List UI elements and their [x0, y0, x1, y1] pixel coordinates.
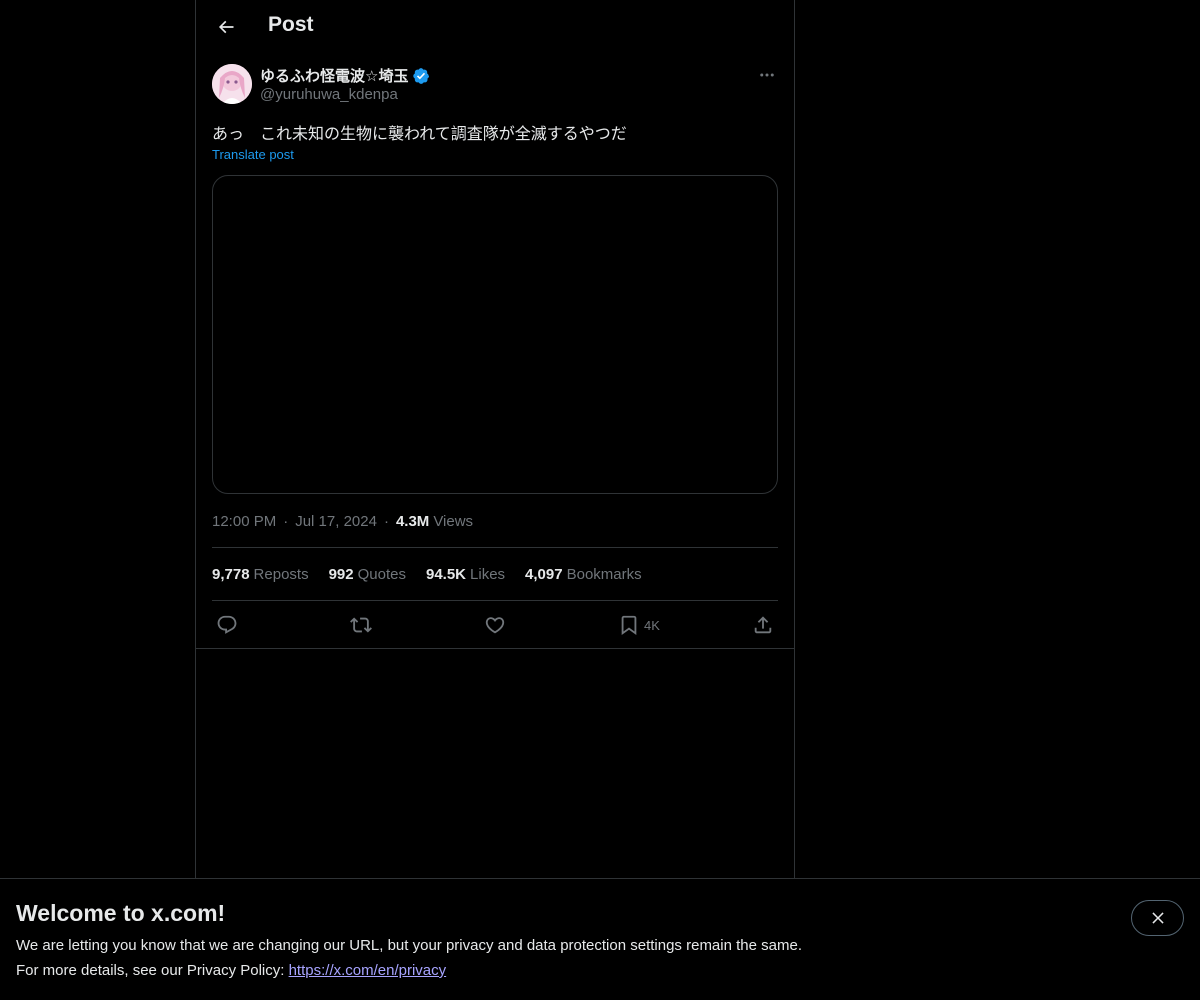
share-button[interactable] — [752, 613, 774, 637]
post-date[interactable]: Jul 17, 2024 — [295, 513, 377, 530]
action-bar: 4K — [212, 613, 778, 637]
back-button[interactable] — [208, 9, 244, 45]
author-name-row[interactable]: ゆるふわ怪電波☆埼玉 — [260, 65, 430, 86]
reply-icon — [217, 615, 237, 634]
page-header: Post — [196, 0, 794, 54]
main-column: Post ゆるふわ怪電波☆埼玉 @yuruhuwa_kdenpa あっ これ未知… — [195, 0, 795, 878]
banner-details: For more details, see our Privacy Policy… — [16, 962, 446, 979]
bookmark-button[interactable]: 4K — [618, 613, 660, 637]
views-count: 4.3M — [395, 513, 430, 530]
verified-badge-icon[interactable] — [412, 67, 430, 85]
author-name[interactable]: ゆるふわ怪電波☆埼玉 — [260, 65, 408, 86]
views-label: Views — [433, 513, 474, 530]
privacy-policy-link[interactable]: https://x.com/en/privacy — [289, 962, 447, 979]
quotes-label: Quotes — [357, 566, 406, 583]
post-media[interactable] — [212, 175, 778, 494]
divider — [212, 547, 778, 548]
author-handle[interactable]: @yuruhuwa_kdenpa — [260, 86, 398, 103]
likes-label: Likes — [470, 566, 506, 583]
more-button[interactable] — [756, 64, 778, 86]
divider — [212, 600, 778, 601]
reply-button[interactable] — [216, 613, 238, 637]
bookmark-count: 4K — [644, 617, 660, 633]
banner-title: Welcome to x.com! — [16, 900, 226, 926]
translate-post-link[interactable]: Translate post — [212, 147, 294, 162]
likes-count: 94.5K — [425, 566, 467, 583]
arrow-left-icon — [218, 20, 234, 34]
url-change-banner: Welcome to x.com! We are letting you kno… — [0, 878, 1200, 1000]
banner-close-button[interactable] — [1131, 900, 1184, 936]
bookmarks-count: 4,097 — [525, 566, 563, 583]
bookmarks-label: Bookmarks — [566, 566, 642, 583]
separator-dot: · — [383, 513, 389, 530]
likes-stat[interactable]: 94.5K Likes — [426, 566, 505, 583]
engagement-stats: 9,778 Reposts 992 Quotes 94.5K Likes 4,097 B… — [212, 566, 642, 583]
repost-icon — [350, 617, 372, 633]
divider — [196, 648, 794, 649]
like-icon — [485, 617, 505, 634]
more-icon — [760, 73, 774, 77]
avatar-image — [212, 64, 252, 104]
quotes-stat[interactable]: 992 Quotes — [329, 566, 406, 583]
post-meta: 12:00 PM · Jul 17, 2024 · 4.3M Views — [212, 513, 473, 530]
avatar[interactable] — [212, 64, 252, 104]
banner-details-text: For more details, see our Privacy Policy… — [16, 962, 289, 979]
repost-button[interactable] — [350, 613, 372, 637]
reposts-count: 9,778 — [212, 566, 250, 583]
like-button[interactable] — [484, 613, 506, 637]
post-time[interactable]: 12:00 PM — [212, 513, 276, 530]
quotes-count: 992 — [328, 566, 354, 583]
bookmark-icon — [621, 615, 637, 636]
close-icon — [1151, 912, 1164, 924]
post-text: あっ これ未知の生物に襲われて調査隊が全滅するやつだ — [212, 124, 627, 143]
reposts-stat[interactable]: 9,778 Reposts — [212, 566, 309, 583]
page-title: Post — [268, 13, 314, 36]
reposts-label: Reposts — [253, 566, 309, 583]
share-icon — [754, 616, 772, 634]
separator-dot: · — [283, 513, 289, 530]
bookmarks-stat[interactable]: 4,097 Bookmarks — [525, 566, 642, 583]
banner-message: We are letting you know that we are chan… — [16, 937, 802, 954]
